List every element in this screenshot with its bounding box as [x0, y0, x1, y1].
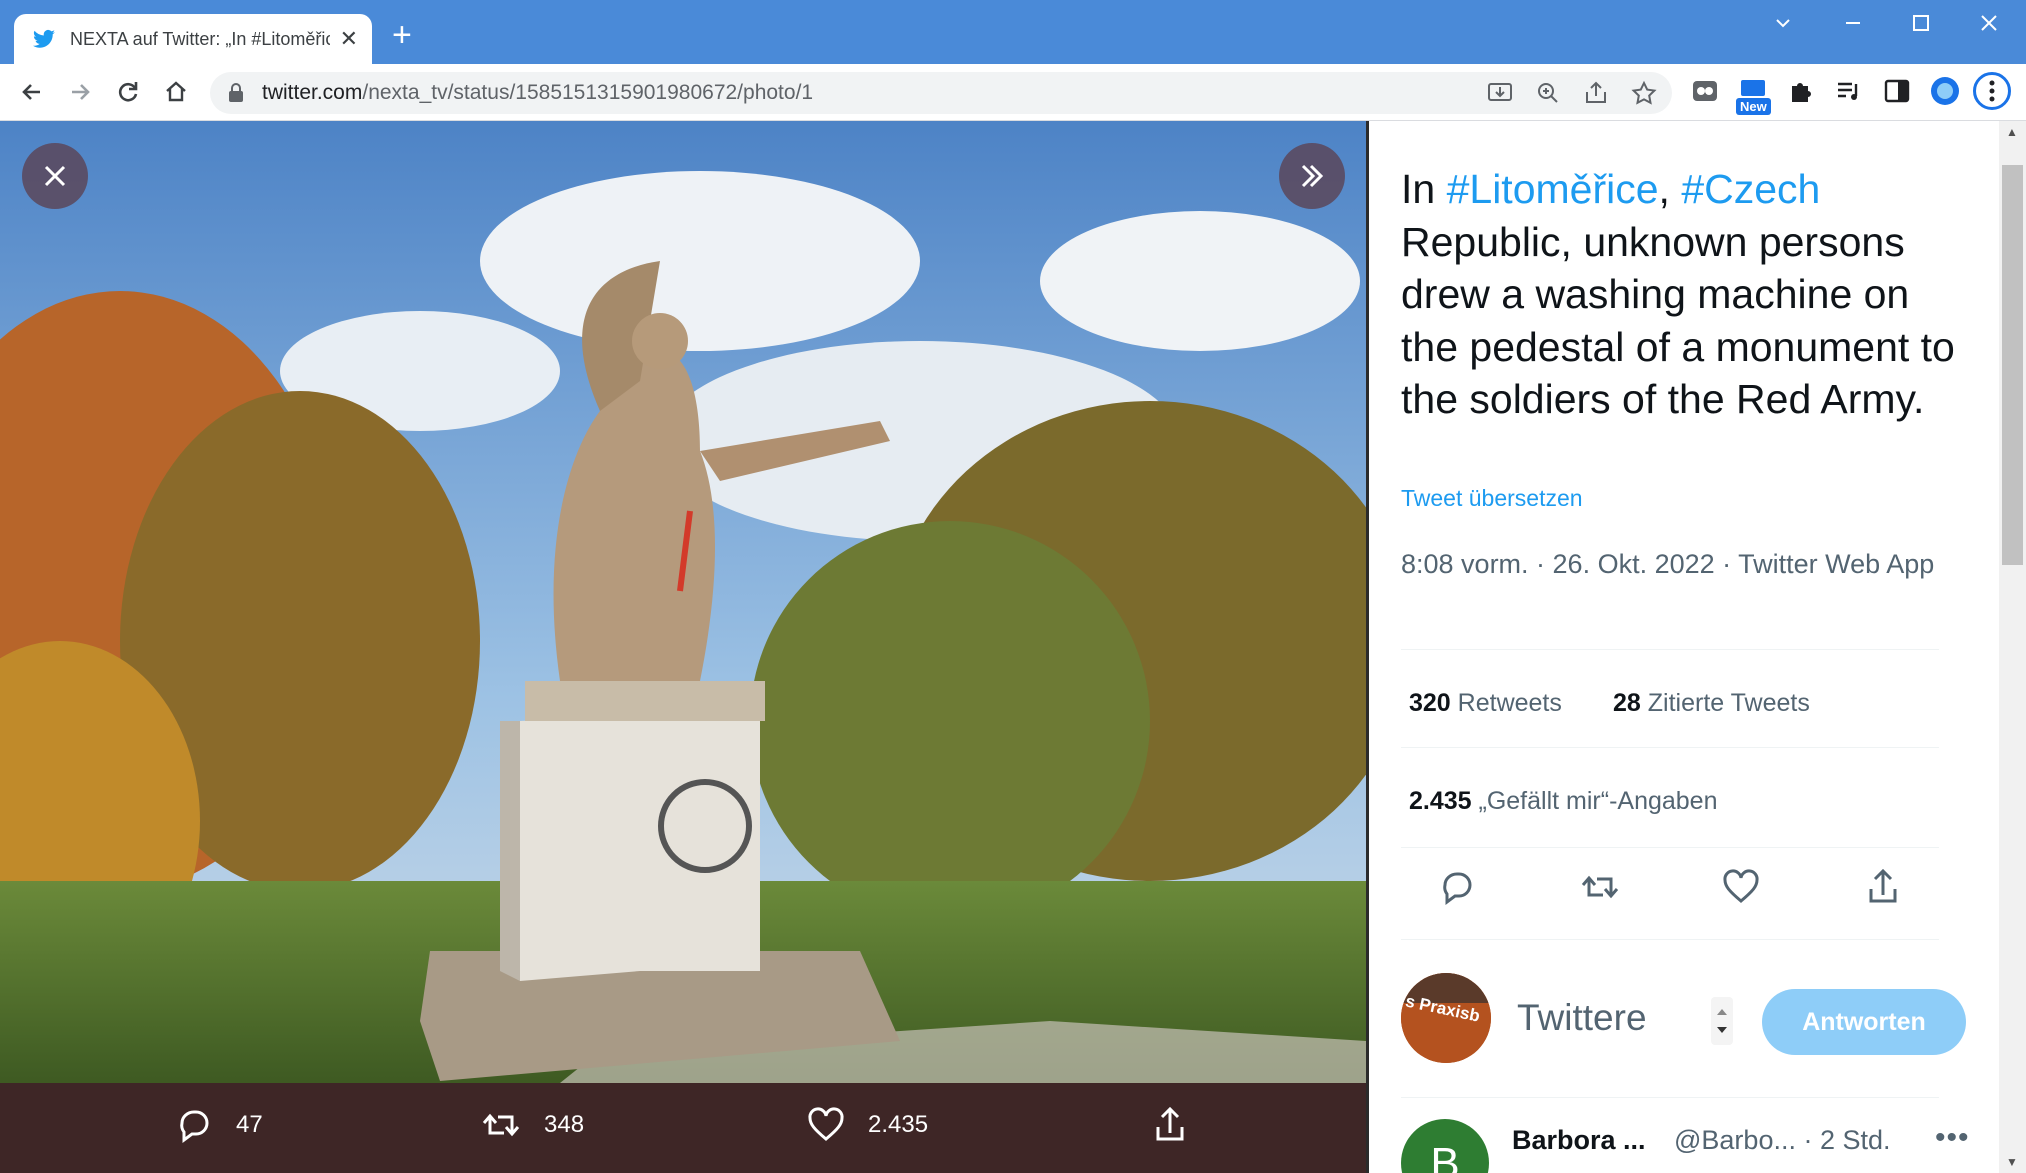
- heart-icon: [808, 1107, 844, 1141]
- reply-author-handle[interactable]: @Barbo... · 2 Std.: [1674, 1125, 1891, 1156]
- browser-tab-active[interactable]: NEXTA auf Twitter: „In #Litoměřic ✕: [14, 14, 372, 64]
- heart-icon[interactable]: [1721, 867, 1761, 912]
- media-queue-icon[interactable]: [1834, 76, 1864, 106]
- forward-arrow-icon[interactable]: [66, 78, 94, 106]
- user-avatar[interactable]: s Praxisb: [1401, 973, 1491, 1063]
- tweet-detail-panel: In #Litoměřice, #Czech Republic, unknown…: [1369, 121, 1999, 1173]
- tab-title: NEXTA auf Twitter: „In #Litoměřic: [70, 28, 330, 49]
- media-like-count: 2.435: [868, 1111, 929, 1138]
- share-upload-icon[interactable]: [1863, 867, 1903, 912]
- expand-sidebar-button[interactable]: [1279, 143, 1345, 209]
- new-tab-button[interactable]: +: [392, 18, 412, 52]
- media-reply-action[interactable]: 47: [174, 1105, 263, 1145]
- browser-tab-strip: NEXTA auf Twitter: „In #Litoměřic ✕ +: [0, 0, 2026, 64]
- side-panel-icon[interactable]: [1882, 76, 1912, 106]
- tweet-text: In #Litoměřice, #Czech Republic, unknown…: [1401, 166, 1955, 422]
- media-retweet-action[interactable]: 348: [480, 1105, 584, 1145]
- divider: [1401, 939, 1939, 940]
- twitter-bird-icon: [33, 29, 55, 48]
- media-retweet-count: 348: [544, 1111, 585, 1138]
- zoom-icon[interactable]: [1534, 80, 1562, 106]
- home-icon[interactable]: [162, 78, 190, 106]
- maximize-icon[interactable]: [1910, 12, 1932, 34]
- scroll-thumb[interactable]: [2002, 165, 2023, 565]
- quote-tweets-stat[interactable]: 28 Zitierte Tweets: [1613, 689, 1810, 718]
- minimize-icon[interactable]: [1842, 12, 1864, 34]
- browser-menu-button[interactable]: [1973, 72, 2011, 110]
- close-icon: [44, 165, 66, 187]
- scroll-up-arrow-icon[interactable]: ▲: [2006, 125, 2018, 139]
- reply-author-avatar[interactable]: B: [1401, 1119, 1489, 1173]
- media-share-action[interactable]: [1150, 1105, 1212, 1145]
- tab-search-chevron-icon[interactable]: [1772, 12, 1794, 34]
- kebab-menu-icon: [1989, 80, 1995, 102]
- scroll-down-arrow-icon[interactable]: ▼: [2006, 1155, 2018, 1169]
- divider: [1401, 747, 1939, 748]
- media-reply-count: 47: [236, 1111, 263, 1138]
- reply-icon[interactable]: [1437, 867, 1477, 912]
- tab-close-icon[interactable]: ✕: [340, 27, 358, 51]
- browser-toolbar: twitter.com/nexta_tv/status/158515131590…: [0, 64, 2026, 121]
- reply-button[interactable]: Antworten: [1762, 989, 1966, 1055]
- media-viewer: 47 348 2.435: [0, 121, 1366, 1173]
- profile-avatar-icon[interactable]: [1930, 76, 1960, 106]
- window-close-icon[interactable]: [1978, 12, 2000, 34]
- lock-icon[interactable]: [228, 83, 244, 103]
- reply-author-name[interactable]: Barbora ...: [1512, 1125, 1646, 1156]
- back-arrow-icon[interactable]: [18, 78, 46, 106]
- tweet-photo[interactable]: [0, 121, 1366, 1083]
- retweet-icon: [482, 1113, 520, 1137]
- reply-compose-input[interactable]: Twittere: [1517, 997, 1647, 1039]
- likes-stat[interactable]: 2.435 „Gefällt mir“-Angaben: [1409, 787, 1718, 816]
- hashtag-litomerice[interactable]: #Litoměřice: [1447, 166, 1659, 212]
- bookmark-star-icon[interactable]: [1630, 80, 1658, 106]
- tweet-action-row: [1401, 867, 1939, 913]
- reader-extension-icon[interactable]: [1690, 76, 1720, 106]
- divider: [1401, 847, 1939, 848]
- reply-icon: [180, 1110, 209, 1143]
- double-chevron-right-icon: [1301, 164, 1324, 188]
- media-like-action[interactable]: 2.435: [806, 1105, 928, 1145]
- puzzle-extensions-icon[interactable]: [1786, 76, 1816, 106]
- address-bar[interactable]: twitter.com/nexta_tv/status/158515131590…: [210, 72, 1672, 114]
- retweet-icon[interactable]: [1579, 867, 1621, 912]
- divider: [1401, 649, 1939, 650]
- share-upload-icon: [1156, 1106, 1184, 1141]
- install-app-icon[interactable]: [1486, 80, 1514, 106]
- extension-new-badge: New: [1736, 98, 1771, 115]
- avatar-image: s Praxisb: [1401, 973, 1491, 1063]
- translate-tweet-link[interactable]: Tweet übersetzen: [1401, 485, 1583, 512]
- scroll-stepper-icon[interactable]: [1711, 997, 1733, 1045]
- page-scrollbar[interactable]: ▲ ▼: [1999, 121, 2026, 1173]
- share-icon[interactable]: [1582, 80, 1610, 106]
- more-options-icon[interactable]: •••: [1935, 1121, 1970, 1155]
- close-media-button[interactable]: [22, 143, 88, 209]
- url-text[interactable]: twitter.com/nexta_tv/status/158515131590…: [262, 81, 813, 105]
- retweets-stat[interactable]: 320 Retweets: [1409, 689, 1562, 718]
- hashtag-czech[interactable]: #Czech: [1681, 166, 1820, 212]
- tweet-timestamp[interactable]: 8:08 vorm. · 26. Okt. 2022 · Twitter Web…: [1401, 545, 1961, 584]
- media-action-bar: 47 348 2.435: [0, 1083, 1366, 1173]
- reload-icon[interactable]: [114, 78, 142, 106]
- divider: [1401, 1097, 1939, 1098]
